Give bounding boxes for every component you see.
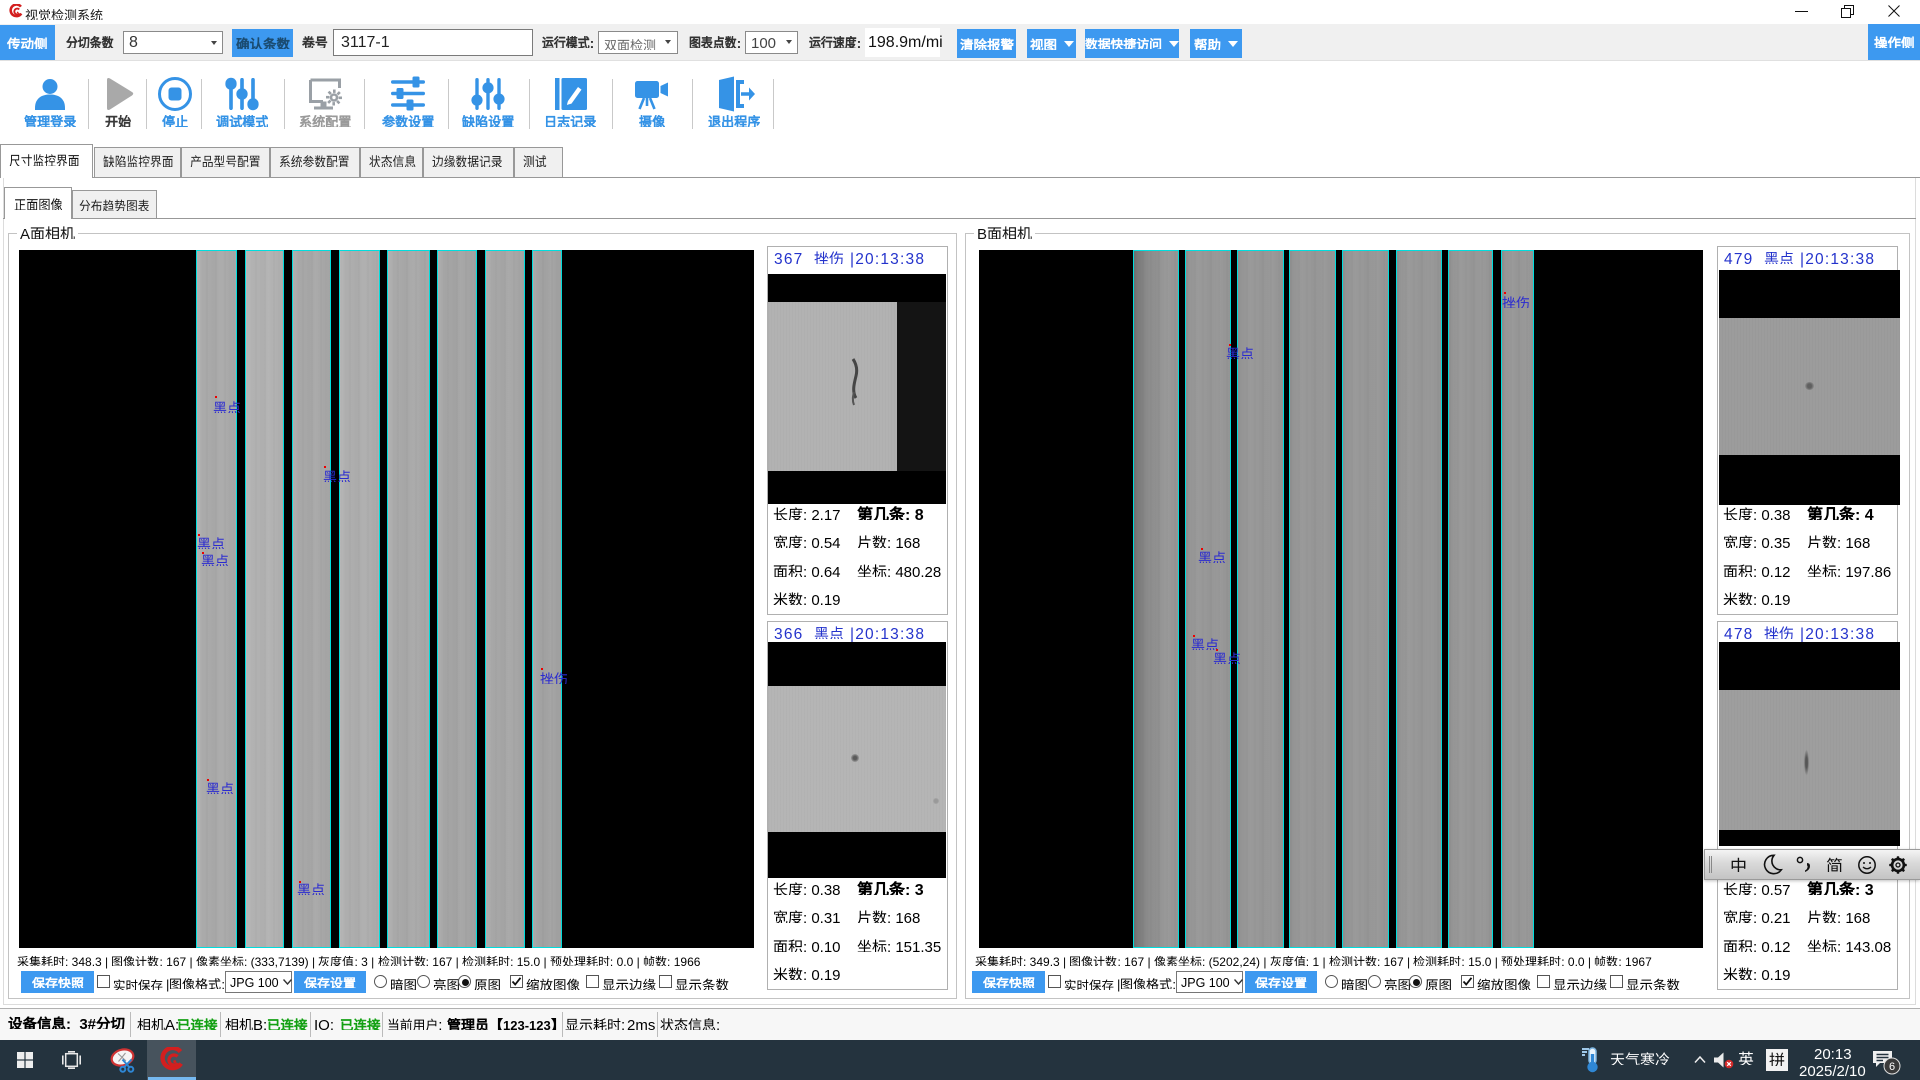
svg-text:6: 6 xyxy=(1889,1061,1895,1073)
